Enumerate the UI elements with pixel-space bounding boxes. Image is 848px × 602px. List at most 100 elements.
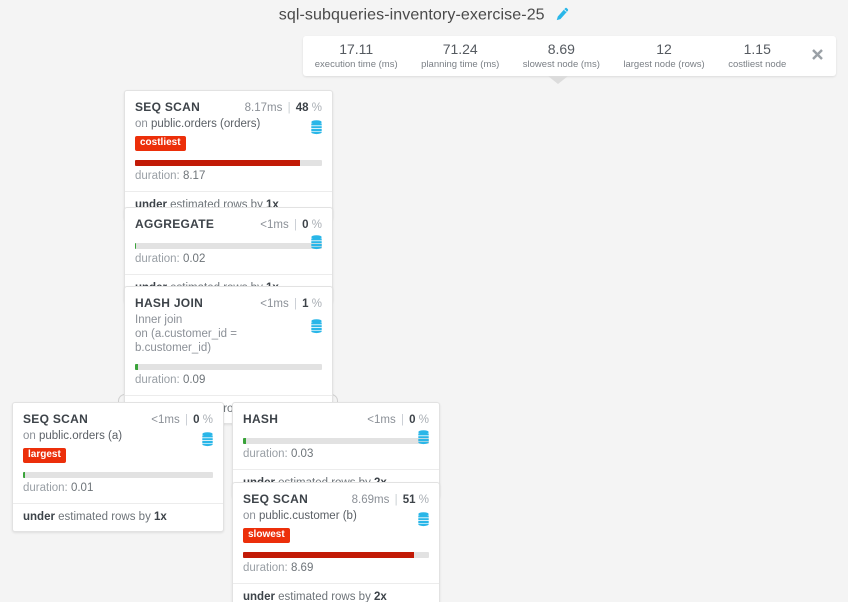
- node-body: AGGREGATE <1ms | 0 % duration: 0.02: [125, 208, 332, 274]
- node-metrics: 8.69ms | 51 %: [352, 494, 429, 506]
- database-icon[interactable]: [310, 319, 323, 334]
- node-relation: on public.orders (orders): [135, 117, 322, 131]
- node-type-label: SEQ SCAN: [243, 492, 309, 506]
- node-relation-prefix: on: [23, 430, 39, 442]
- node-percent: 0: [302, 219, 309, 231]
- stat-label: largest node (rows): [623, 58, 705, 70]
- stat-execution-time: 17.11 execution time (ms): [303, 40, 409, 71]
- node-body: HASH <1ms | 0 % duration: 0.03: [233, 403, 439, 469]
- estimation-text: estimated rows by: [54, 511, 155, 523]
- node-badge-row: slowest: [243, 523, 429, 543]
- plan-node-seq-scan-orders-a[interactable]: SEQ SCAN <1ms | 0 % on public.orders (a): [12, 402, 224, 532]
- node-estimation-footer: under estimated rows by 2x: [233, 583, 439, 602]
- node-type-label: HASH JOIN: [135, 296, 204, 310]
- duration-label: duration:: [243, 562, 291, 574]
- node-time: <1ms: [151, 414, 180, 426]
- node-percent-symbol: %: [311, 298, 322, 310]
- node-percent-symbol: %: [311, 219, 322, 231]
- node-body: SEQ SCAN 8.69ms | 51 % on public.custome…: [233, 483, 439, 583]
- node-relation-prefix: on: [135, 118, 151, 130]
- status-badge: slowest: [243, 528, 290, 543]
- duration-progress-fill: [135, 160, 300, 166]
- stat-costliest-node: 1.15 costliest node: [716, 40, 798, 71]
- node-metrics: <1ms | 1 %: [260, 298, 322, 310]
- stat-largest-node: 12 largest node (rows): [612, 40, 717, 71]
- database-icon[interactable]: [417, 430, 430, 445]
- node-type-label: SEQ SCAN: [135, 100, 201, 114]
- database-icon[interactable]: [417, 512, 430, 527]
- node-time: <1ms: [260, 298, 289, 310]
- node-relation-name: public.customer (b): [259, 510, 357, 522]
- node-relation-name: public.orders (a): [39, 430, 123, 442]
- node-percent: 0: [409, 414, 416, 426]
- estimation-direction: under: [23, 511, 55, 523]
- pencil-icon[interactable]: [555, 7, 569, 26]
- node-body: SEQ SCAN 8.17ms | 48 % on public.orders …: [125, 91, 332, 191]
- node-percent: 51: [402, 494, 416, 506]
- estimation-factor: 2x: [374, 591, 387, 602]
- stat-value: 1.15: [743, 40, 771, 57]
- node-join-type: Inner join: [135, 314, 183, 326]
- database-icon[interactable]: [201, 432, 214, 447]
- plan-node-seq-scan-customer-b[interactable]: SEQ SCAN 8.69ms | 51 % on public.custome…: [232, 482, 440, 602]
- stat-value: 12: [656, 40, 672, 57]
- node-type-label: HASH: [243, 412, 279, 426]
- stat-slowest-node: 8.69 slowest node (ms): [511, 40, 612, 71]
- node-relation-prefix: on: [243, 510, 259, 522]
- node-metrics: <1ms | 0 %: [367, 414, 429, 426]
- plan-title-text: sql-subqueries-inventory-exercise-25: [278, 6, 545, 24]
- node-badge-row: costliest: [135, 131, 322, 151]
- node-type-label: SEQ SCAN: [23, 412, 89, 426]
- stat-label: costliest node: [728, 58, 787, 70]
- node-duration: duration: 0.03: [243, 448, 429, 469]
- page-title: sql-subqueries-inventory-exercise-25: [0, 6, 848, 25]
- node-header: AGGREGATE <1ms | 0 %: [135, 217, 322, 231]
- node-header: SEQ SCAN <1ms | 0 %: [23, 412, 213, 426]
- database-icon[interactable]: [310, 120, 323, 135]
- duration-value: 8.17: [182, 170, 206, 182]
- node-metric-separator: |: [400, 414, 404, 426]
- duration-progress-fill: [23, 472, 26, 478]
- node-duration: duration: 0.01: [23, 482, 213, 503]
- node-duration: duration: 8.17: [135, 170, 322, 191]
- node-percent-symbol: %: [418, 414, 429, 426]
- duration-label: duration:: [135, 170, 183, 182]
- duration-progress-bar: [243, 552, 429, 558]
- duration-progress-fill: [243, 552, 415, 558]
- node-percent: 0: [193, 414, 200, 426]
- duration-label: duration:: [135, 374, 183, 386]
- estimation-direction: under: [243, 591, 275, 602]
- stat-value: 8.69: [547, 40, 575, 57]
- duration-progress-bar: [135, 160, 322, 166]
- duration-progress-fill: [135, 364, 138, 370]
- node-relation: on public.customer (b): [243, 509, 429, 523]
- stat-label: execution time (ms): [314, 58, 398, 70]
- node-metric-separator: |: [287, 102, 291, 114]
- estimation-factor: 1x: [154, 511, 167, 523]
- status-badge: largest: [23, 448, 66, 463]
- node-duration: duration: 0.02: [135, 253, 322, 274]
- node-percent-symbol: %: [202, 414, 213, 426]
- duration-progress-fill: [135, 243, 137, 249]
- node-percent-symbol: %: [311, 102, 322, 114]
- duration-value: 0.02: [182, 253, 206, 265]
- duration-progress-bar: [243, 438, 429, 444]
- close-icon[interactable]: [798, 47, 836, 66]
- node-estimation-footer: under estimated rows by 1x: [13, 503, 223, 531]
- node-metrics: 8.17ms | 48 %: [245, 102, 322, 114]
- stats-caret-icon: [548, 76, 568, 84]
- node-relation: on public.orders (a): [23, 429, 213, 443]
- node-header: SEQ SCAN 8.69ms | 51 %: [243, 492, 429, 506]
- summary-stats-bar: 17.11 execution time (ms) 71.24 planning…: [303, 36, 836, 76]
- plan-node-seq-scan-orders[interactable]: SEQ SCAN 8.17ms | 48 % on public.orders …: [124, 90, 333, 220]
- estimation-text: estimated rows by: [274, 591, 375, 602]
- duration-progress-bar: [135, 243, 322, 249]
- node-metrics: <1ms | 0 %: [151, 414, 213, 426]
- stat-value: 17.11: [339, 40, 374, 57]
- node-type-label: AGGREGATE: [135, 217, 215, 231]
- node-percent: 48: [295, 102, 309, 114]
- node-header: HASH JOIN <1ms | 1 %: [135, 296, 322, 310]
- duration-progress-bar: [135, 364, 322, 370]
- database-icon[interactable]: [310, 235, 323, 250]
- duration-label: duration:: [23, 482, 71, 494]
